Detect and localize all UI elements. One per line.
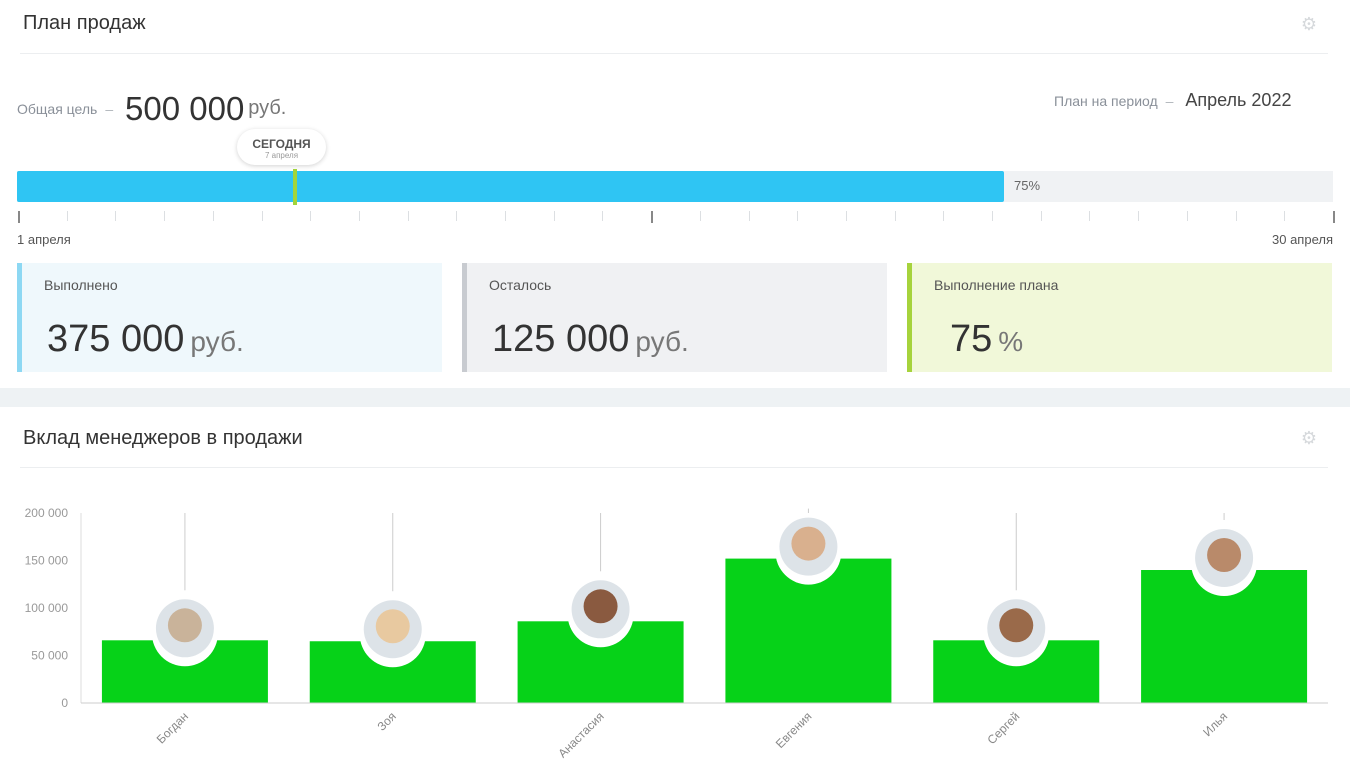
progress-bar: 75% [17,171,1333,202]
x-tick-label: Сергей [985,709,1023,747]
tick [407,211,409,221]
tick [261,211,263,221]
tick [1138,211,1140,221]
x-tick-label: Илья [1200,709,1230,739]
card-unit: руб. [190,326,244,357]
avatar-face [999,608,1034,643]
tick [602,211,604,221]
panel-title: План продаж [23,12,146,34]
tick [894,211,896,221]
avatar-face [791,526,826,561]
goal-value: 500 000 [125,90,245,127]
tick [212,211,214,221]
x-tick-label: Зоя [375,709,399,733]
x-tick-label: Анастасия [555,709,606,760]
tick [66,211,68,221]
card-unit: % [998,326,1024,357]
tick [358,211,360,221]
tick [1235,211,1237,221]
avatar-face [167,608,202,643]
period: План на период – Апрель 2022 [1054,90,1292,110]
y-tick-label: 150 000 [25,554,69,568]
card-title: Выполнено [44,277,118,293]
today-date: 7 апреля [264,151,299,160]
tick [1186,211,1188,221]
tick [699,211,701,221]
y-tick-label: 200 000 [25,506,69,520]
y-tick-label: 0 [61,696,68,710]
period-label: План на период [1054,93,1158,109]
tick [505,211,506,221]
tick [1089,211,1091,221]
x-tick-label: Богдан [154,709,191,746]
goal-currency: руб. [248,97,287,119]
x-tick-label: Евгения [773,709,815,751]
period-value[interactable]: Апрель 2022 [1185,90,1291,110]
tick [845,211,847,221]
avatar-face [583,589,618,624]
card-title: Осталось [489,277,552,293]
card-unit: руб. [635,326,689,357]
card-value: 75 [950,318,993,360]
tick [943,211,945,221]
stat-card: Осталось 125 000 руб. [462,263,887,372]
avatar-face [1207,538,1242,572]
today-tooltip: СЕГОДНЯ 7 апреля [237,129,326,165]
managers-panel: Вклад менеджеров в продажи ⚙ 0 50 000 100 … [0,407,1350,767]
end-label: 30 апреля [1272,232,1333,247]
today-title: СЕГОДНЯ [252,137,311,151]
gear-icon[interactable]: ⚙ [1301,14,1317,35]
managers-bar-chart: 0 50 000 100 000 150 000 200 000 Богдан Зоя Ана… [25,506,1328,761]
today-marker [293,169,298,205]
tick [797,211,799,221]
tick [164,211,166,221]
tick [1332,211,1335,223]
avatar-face [375,609,410,644]
card-value: 375 000 [47,318,185,360]
tick [1040,211,1042,221]
progress-label: 75% [1014,178,1041,193]
tick [748,211,750,221]
divider [20,53,1328,54]
y-tick-label: 50 000 [31,649,68,663]
tick [115,211,117,221]
stat-card: Выполнено 375 000 руб. [17,263,442,372]
tick [310,211,312,221]
goal: Общая цель – 500 000 руб. [17,90,287,127]
card-title: Выполнение плана [934,277,1059,293]
card-value: 125 000 [492,318,630,360]
tick [1284,211,1286,221]
sales-plan-panel: План продаж ⚙ Общая цель – 500 000 руб. П… [0,0,1350,388]
stat-card: Выполнение плана 75% [907,263,1332,372]
tick [992,211,993,221]
y-tick-label: 100 000 [25,601,69,615]
tick [553,211,555,221]
tick [18,211,20,223]
goal-label: Общая цель [17,101,98,117]
progress-fill [17,171,1004,202]
tick [456,211,458,221]
tick [651,211,654,223]
start-label: 1 апреля [17,232,71,247]
